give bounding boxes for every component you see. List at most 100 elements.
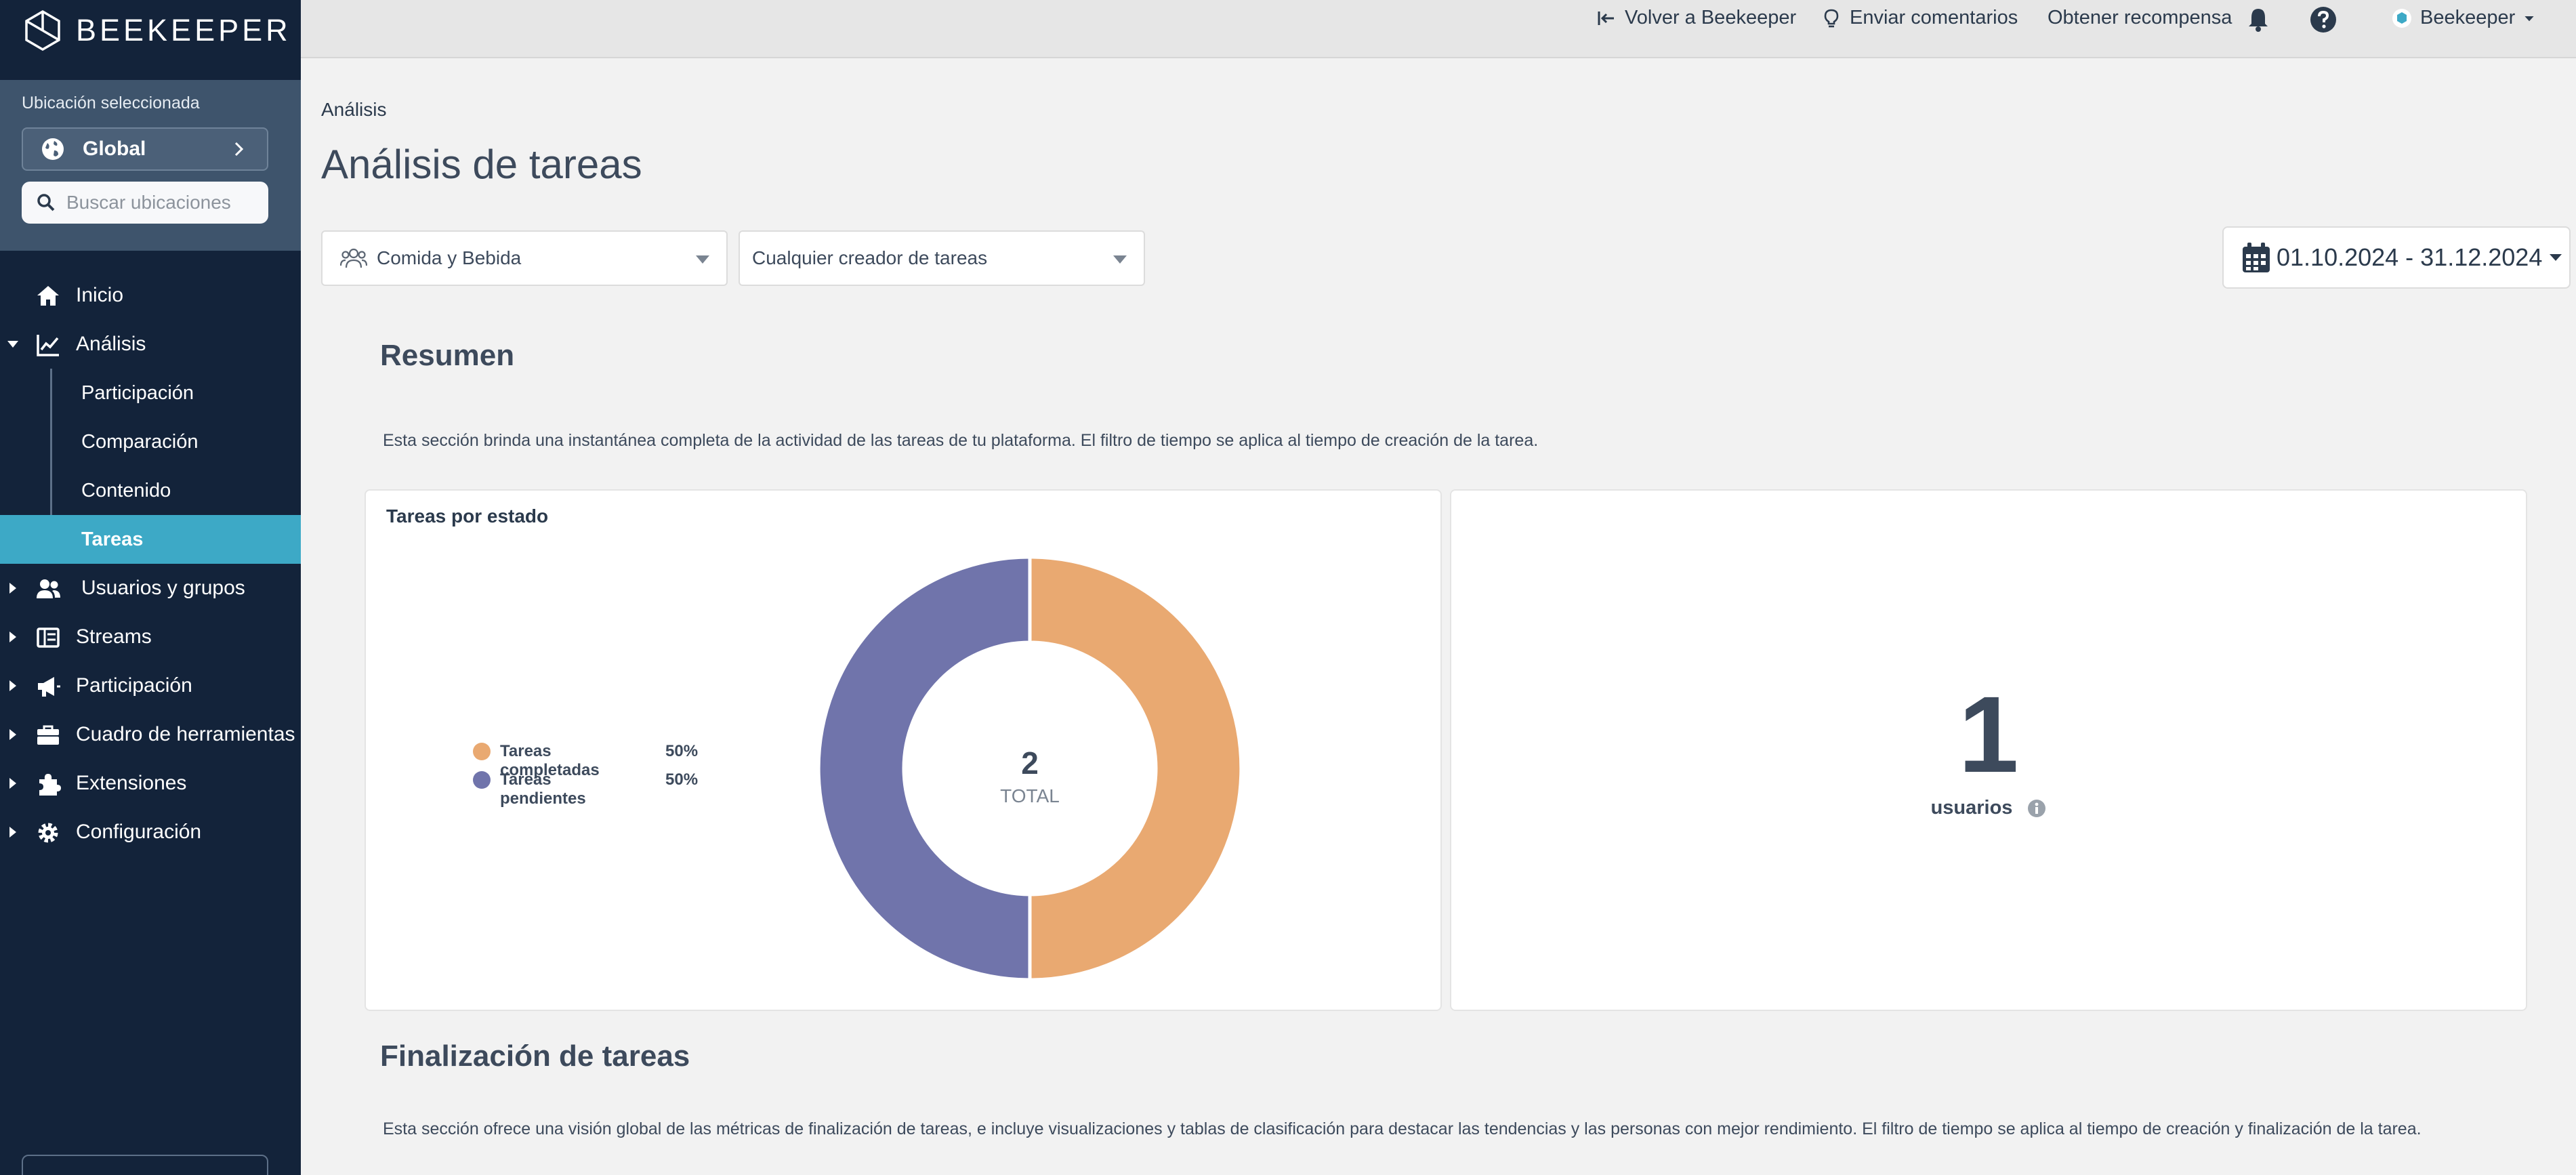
sidebar-item-label: Participación: [76, 674, 192, 697]
donut-chart: 2 TOTAL: [816, 555, 1243, 982]
account-avatar-icon: [2392, 8, 2411, 28]
logo-text: BEEKEEPER: [76, 13, 291, 47]
globe-icon: [42, 138, 64, 160]
send-feedback-link[interactable]: Enviar comentarios: [1821, 7, 2018, 29]
sidebar-item-label: Configuración: [76, 821, 202, 843]
sidebar: BEEKEEPER Ubicación seleccionada Global: [0, 0, 301, 1175]
completion-section-description: Esta sección ofrece una visión global de…: [383, 1119, 2422, 1138]
tasks-by-status-card: Tareas por estado Tareas completadas 50%…: [365, 489, 1442, 1011]
sidebar-item-inicio[interactable]: Inicio: [0, 271, 301, 320]
get-reward-link[interactable]: Obtener recompensa: [2048, 7, 2232, 29]
caret-right-icon: [9, 632, 16, 642]
users-metric-card: 1 usuarios: [1450, 489, 2527, 1011]
users-count: 1: [1958, 674, 2019, 795]
notification-bell-icon[interactable]: [2244, 5, 2272, 34]
sidebar-subitem-label: Comparación: [81, 431, 199, 453]
beekeeper-logo[interactable]: BEEKEEPER: [22, 9, 291, 51]
send-feedback-label: Enviar comentarios: [1850, 7, 2018, 28]
donut-center-label: TOTAL: [1000, 785, 1060, 806]
megaphone-icon: [38, 677, 60, 697]
puzzle-icon: [39, 774, 61, 796]
legend-percent: 50%: [665, 770, 699, 789]
sidebar-item-label: Inicio: [76, 284, 124, 306]
get-reward-label: Obtener recompensa: [2048, 7, 2232, 28]
sidebar-subitem-label: Participación: [81, 382, 194, 404]
users-label-text: usuarios: [1930, 797, 2013, 819]
group-filter-value: Comida y Bebida: [377, 247, 522, 268]
legend-swatch: [473, 771, 491, 789]
sidebar-item-label: Streams: [76, 625, 152, 648]
sidebar-item-label: Usuarios y grupos: [81, 577, 245, 599]
caret-down-icon: [7, 341, 18, 348]
breadcrumb[interactable]: Análisis: [321, 99, 386, 121]
legend-swatch: [473, 743, 491, 760]
chart-line-icon: [37, 335, 59, 356]
caret-right-icon: [9, 778, 16, 789]
users-metric-label: usuarios: [1451, 797, 2526, 819]
summary-section-description: Esta sección brinda una instantánea comp…: [383, 431, 1539, 450]
date-range-picker[interactable]: 01.10.2024 - 31.12.2024: [2222, 226, 2571, 289]
back-to-beekeeper-label: Volver a Beekeeper: [1625, 7, 1797, 28]
sidebar-item-participacion[interactable]: Participación: [0, 661, 301, 710]
donut-center-value: 2: [1021, 745, 1039, 781]
location-value: Global: [83, 138, 146, 160]
location-search-input[interactable]: [66, 192, 256, 213]
top-bar: Volver a Beekeeper Enviar comentarios Ob…: [301, 0, 2576, 58]
sidebar-subitem-participacion[interactable]: Participación: [0, 369, 301, 417]
location-selector[interactable]: Global: [22, 127, 268, 171]
beekeeper-logo-icon: [25, 9, 60, 51]
completion-section-title: Finalización de tareas: [380, 1039, 690, 1073]
sidebar-item-configuracion[interactable]: Configuración: [0, 808, 301, 857]
account-menu[interactable]: Beekeeper: [2392, 7, 2535, 29]
lightbulb-icon: [1824, 9, 1839, 27]
donut-slice-pending[interactable]: [816, 555, 1032, 982]
sidebar-bottom-button[interactable]: [22, 1155, 268, 1175]
task-creator-filter-value: Cualquier creador de tareas: [752, 247, 988, 268]
dropdown-arrow-icon: [1113, 255, 1127, 264]
caret-right-icon: [9, 583, 16, 594]
caret-right-icon: [9, 827, 16, 838]
back-to-beekeeper-link[interactable]: Volver a Beekeeper: [1596, 7, 1796, 29]
sidebar-item-streams[interactable]: Streams: [0, 613, 301, 661]
caret-right-icon: [9, 680, 16, 691]
location-panel: Ubicación seleccionada Global: [0, 80, 301, 251]
summary-section-title: Resumen: [380, 339, 515, 372]
info-icon[interactable]: [2027, 799, 2046, 818]
sidebar-item-label: Extensiones: [76, 772, 187, 794]
account-name: Beekeeper: [2420, 7, 2516, 28]
dropdown-arrow-icon: [696, 255, 709, 264]
caret-down-icon: [2550, 254, 2562, 261]
main-content: Análisis Análisis de tareas Comida y Beb…: [301, 58, 2576, 1175]
streams-icon: [37, 627, 60, 648]
calendar-icon: [2243, 243, 2270, 272]
sidebar-subitem-label: Tareas: [81, 529, 144, 550]
task-creator-filter-dropdown[interactable]: Cualquier creador de tareas: [739, 230, 1145, 286]
caret-down-icon: [2525, 16, 2534, 21]
group-filter-dropdown[interactable]: Comida y Bebida: [321, 230, 728, 286]
legend-percent: 50%: [665, 742, 699, 760]
help-icon[interactable]: [2309, 5, 2338, 34]
sidebar-item-extensiones[interactable]: Extensiones: [0, 759, 301, 808]
sidebar-item-analisis[interactable]: Análisis: [0, 320, 301, 369]
caret-right-icon: [9, 729, 16, 740]
gear-icon: [38, 823, 58, 843]
sidebar-nav: Inicio Análisis Participación Comparació…: [0, 271, 301, 857]
sidebar-subitem-comparacion[interactable]: Comparación: [0, 417, 301, 466]
search-icon: [37, 194, 55, 211]
users-icon: [37, 579, 60, 598]
sidebar-subitem-tareas[interactable]: Tareas: [0, 515, 301, 564]
donut-slice-completed[interactable]: [1028, 555, 1243, 982]
chevron-right-icon: [234, 142, 244, 157]
sidebar-item-label: Cuadro de herramientas: [76, 723, 295, 745]
sidebar-subitem-label: Contenido: [81, 480, 171, 501]
location-search[interactable]: [22, 182, 268, 224]
chart-title: Tareas por estado: [386, 506, 549, 527]
location-label: Ubicación seleccionada: [22, 94, 200, 112]
home-icon: [37, 286, 59, 306]
sidebar-item-usuarios-y-grupos[interactable]: Usuarios y grupos: [0, 564, 301, 613]
toolbox-icon: [37, 725, 59, 745]
sidebar-item-cuadro-de-herramientas[interactable]: Cuadro de herramientas: [0, 710, 301, 759]
legend-label: Tareas pendientes: [500, 770, 586, 808]
analysis-submenu: Participación Comparación Contenido Tare…: [0, 369, 301, 564]
sidebar-subitem-contenido[interactable]: Contenido: [0, 466, 301, 515]
